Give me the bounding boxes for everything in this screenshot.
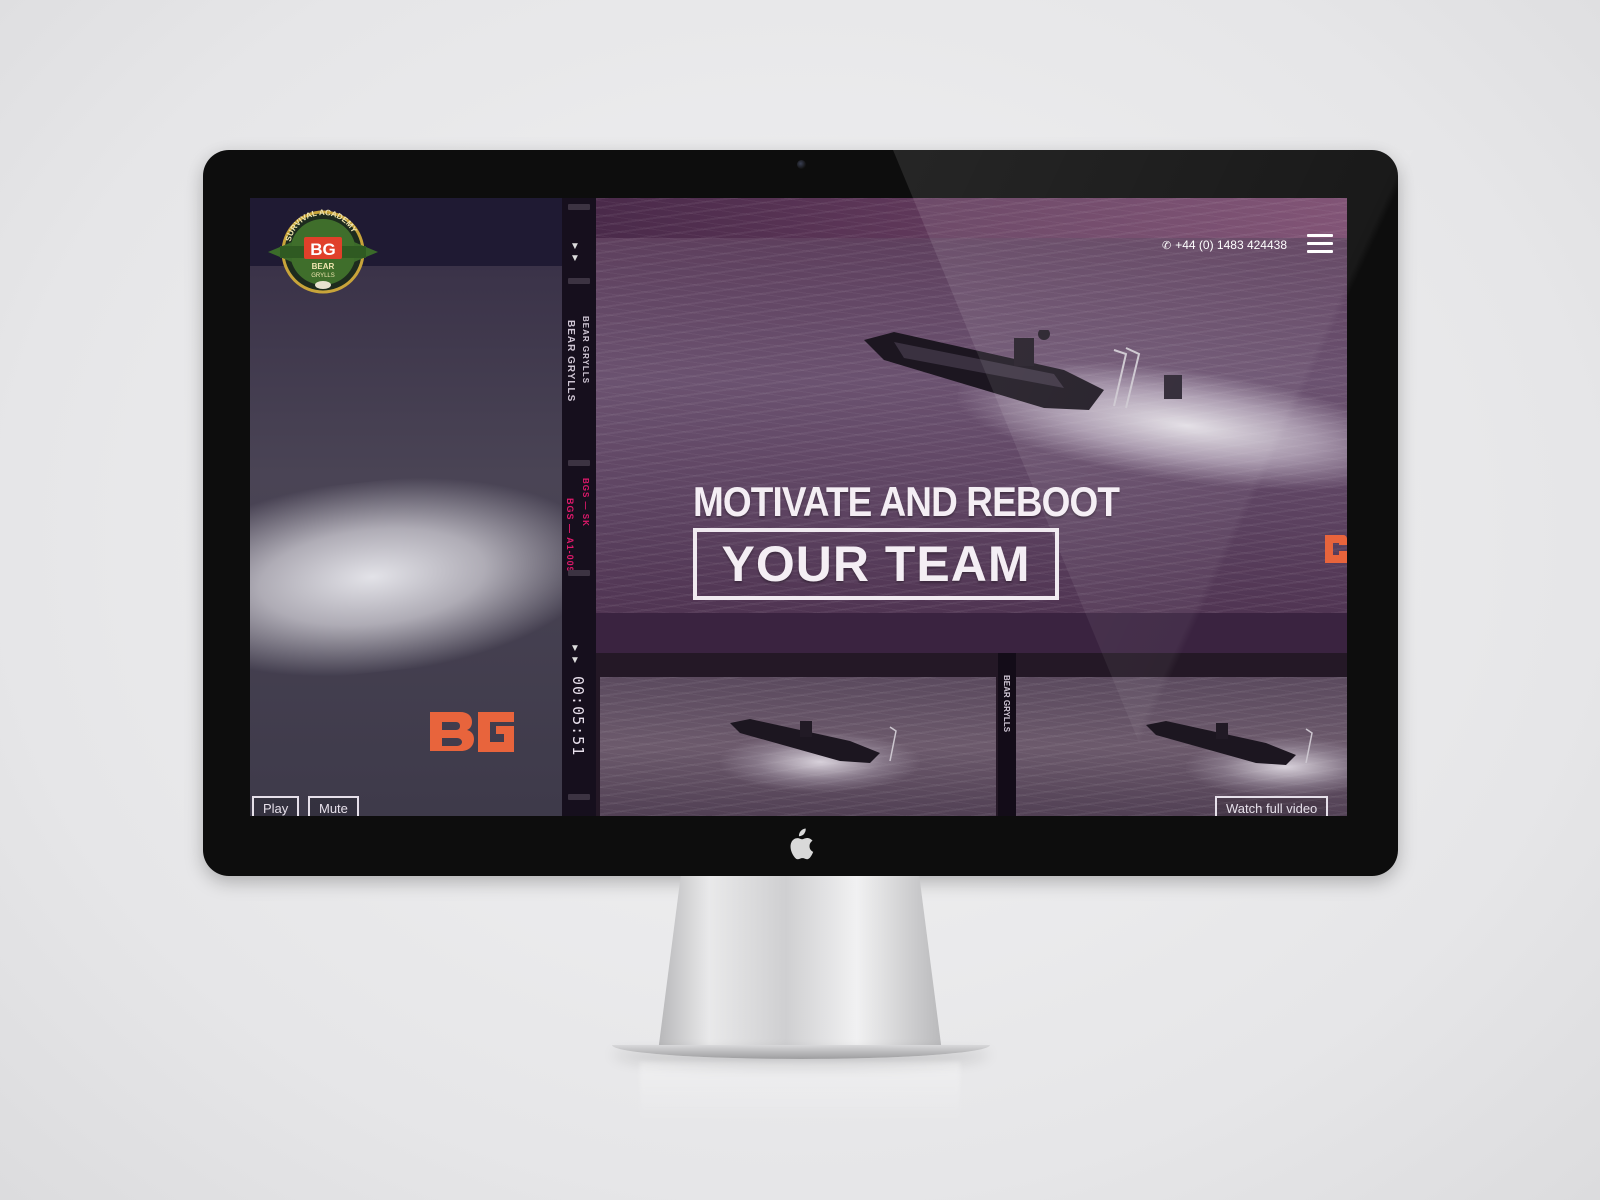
bg-watermark-icon	[430, 712, 514, 752]
film-hole	[568, 204, 590, 210]
film-label-small: BEAR GRYLLS	[581, 316, 590, 385]
logo-name-line2: GRYLLS	[311, 273, 335, 279]
video-timecode: 00:05:51	[569, 676, 587, 757]
bear-grylls-survival-academy-logo[interactable]: SURVIVAL ACADEMY BG BEAR GRYLLS	[260, 204, 386, 300]
boat-wake-foam	[250, 458, 609, 688]
film-label-small: BEAR GRYLLS	[1002, 675, 1011, 733]
apple-logo-icon	[790, 828, 814, 860]
down-triangle-icon: ▼	[570, 655, 580, 666]
film-divider: BEAR GRYLLS	[998, 653, 1016, 816]
hero-headline: MOTIVATE AND REBOOT	[693, 478, 1120, 525]
video-thumbnail[interactable]	[600, 677, 996, 816]
imac-monitor: Play Mute SURVIVAL ACADEMY BG BEAR GRYLL…	[203, 150, 1413, 876]
hero-bottom-band	[596, 613, 1347, 653]
phone-number[interactable]: ✆ +44 (0) 1483 424438	[1162, 238, 1287, 252]
phone-icon: ✆	[1162, 240, 1172, 252]
logo-name-line1: BEAR	[312, 262, 335, 271]
hamburger-menu-icon[interactable]	[1307, 234, 1333, 254]
film-code-2: BGS — SK	[581, 478, 590, 527]
down-triangle-icon: ▼	[570, 643, 580, 654]
film-hole	[568, 794, 590, 800]
monitor-stand-base	[612, 1045, 990, 1059]
speedboat-thumbnail-image	[1146, 721, 1313, 765]
bg-watermark-icon	[1325, 535, 1347, 563]
down-triangle-icon: ▼	[570, 241, 580, 252]
camera-icon	[797, 160, 806, 169]
monitor-stand	[658, 876, 942, 1052]
speedboat-image	[864, 330, 1182, 410]
film-label: BEAR GRYLLS	[565, 320, 576, 403]
mute-button[interactable]: Mute	[308, 796, 359, 816]
speedboat-thumbnail-image	[730, 719, 897, 763]
website-screen: Play Mute SURVIVAL ACADEMY BG BEAR GRYLL…	[250, 198, 1347, 816]
film-hole	[568, 570, 590, 576]
video-thumbnail-strip: BEAR GRYLLS Watch full video	[596, 653, 1347, 816]
hero-subhead-frame: YOUR TEAM	[693, 528, 1059, 600]
hero-section: ✆ +44 (0) 1483 424438 MOTIVATE AND REBOOT…	[596, 198, 1347, 653]
film-hole	[568, 278, 590, 284]
phone-number-text[interactable]: +44 (0) 1483 424438	[1175, 238, 1287, 252]
play-button[interactable]: Play	[252, 796, 300, 816]
film-code-1: BGS — A1-009	[565, 498, 575, 573]
logo-initials: BG	[310, 240, 336, 259]
hero-subhead: YOUR TEAM	[721, 536, 1031, 592]
stand-reflection	[640, 1062, 960, 1122]
film-strip: ▼ ▼ BEAR GRYLLS BEAR GRYLLS BGS — A1-009…	[562, 198, 596, 816]
watch-full-video-button[interactable]: Watch full video	[1215, 796, 1329, 816]
down-triangle-icon: ▼	[570, 253, 580, 264]
film-hole	[568, 460, 590, 466]
